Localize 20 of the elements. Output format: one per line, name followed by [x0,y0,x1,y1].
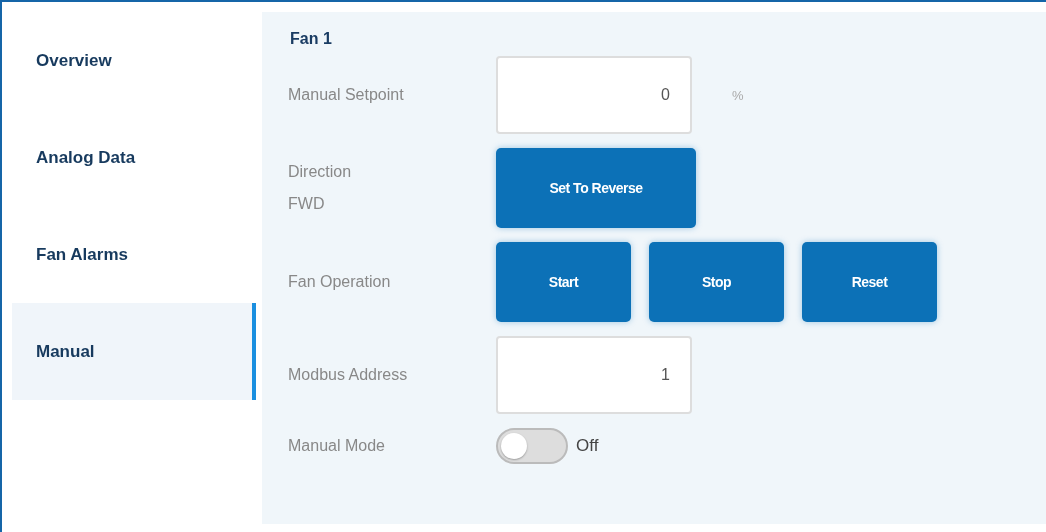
field-label: Manual Setpoint [288,86,405,104]
action-button[interactable]: Set To Reverse [496,148,696,228]
sidebar-item[interactable]: Analog Data [12,109,256,206]
action-button[interactable]: Start [496,242,631,322]
status-text: FWD [288,195,326,213]
field-label: Fan Operation [288,273,392,291]
field-label: Modbus Address [288,366,409,384]
field-label: Manual Mode [288,437,386,455]
unit-label: % [732,87,744,103]
input-field[interactable]: 1 [496,336,692,414]
sidebar-item[interactable]: Overview [12,12,256,109]
field-label: Direction [288,163,353,181]
input-field[interactable]: 0 [496,56,692,134]
toggle-switch[interactable] [496,428,568,464]
toggle-state: Off [576,436,599,456]
sidebar-item[interactable]: Manual [12,303,256,400]
sidebar-item[interactable]: Fan Alarms [12,206,256,303]
panel-title: Fan 1 [290,30,332,48]
action-button[interactable]: Reset [802,242,937,322]
action-button[interactable]: Stop [649,242,784,322]
